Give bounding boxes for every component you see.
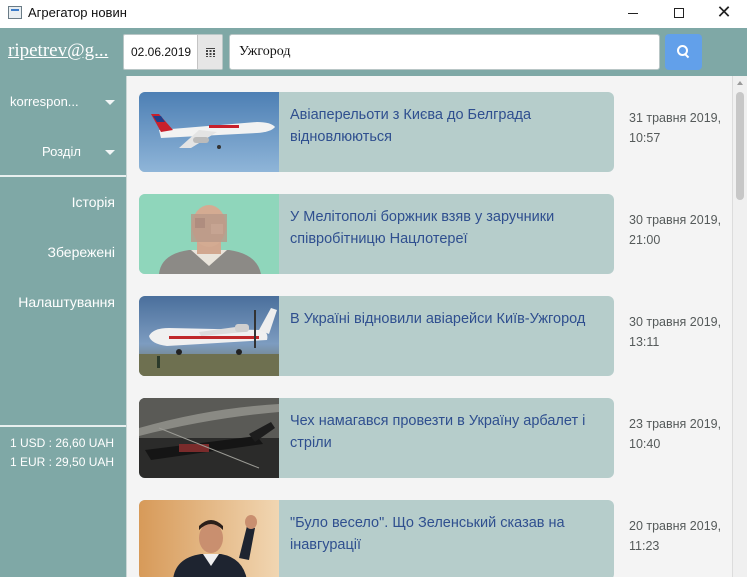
politician-photo [139, 500, 279, 577]
airplane-photo [139, 92, 279, 172]
turboprop-photo [139, 296, 279, 376]
crossbow-photo [139, 398, 279, 478]
news-card[interactable]: Авіаперельоти з Києва до Белграда віднов… [139, 92, 614, 172]
news-date: 30 травня 2019, 13:11 [629, 312, 729, 352]
date-picker-value[interactable]: 02.06.2019 [131, 45, 191, 59]
section-dropdown-label: Розділ [42, 144, 81, 159]
user-account-link[interactable]: ripetrev@g... [8, 40, 118, 62]
currency-usd: 1 USD : 26,60 UAH [10, 436, 115, 450]
search-input[interactable] [229, 34, 660, 70]
news-date-time: 13:11 [629, 335, 660, 349]
news-date: 31 травня 2019, 10:57 [629, 108, 729, 148]
currency-eur: 1 EUR : 29,50 UAH [10, 455, 115, 469]
section-dropdown[interactable]: Розділ [0, 137, 126, 167]
news-headline[interactable]: У Мелітополі боржник взяв у заручники сп… [290, 206, 608, 250]
chevron-down-icon [105, 150, 115, 155]
source-dropdown[interactable]: korrespon... [0, 87, 126, 117]
sidebar: korrespon... Розділ Історія Збережені На… [0, 76, 126, 577]
search-icon [676, 45, 691, 59]
date-picker-button[interactable] [197, 35, 222, 69]
source-dropdown-label: korrespon... [10, 94, 79, 109]
news-date-time: 10:57 [629, 131, 661, 145]
close-icon: ✕ [716, 2, 732, 23]
title-bar: Агрегатор новин ✕ [0, 0, 747, 26]
scroll-up-icon[interactable] [737, 81, 743, 85]
maximize-icon [674, 8, 684, 18]
news-card[interactable]: "Було весело". Що Зеленський сказав на і… [139, 500, 614, 577]
sidebar-divider [0, 425, 126, 427]
news-date-day: 20 травня 2019, [629, 519, 722, 533]
minimize-icon [628, 12, 638, 14]
news-date-day: 30 травня 2019, [629, 213, 722, 227]
minimize-button[interactable] [610, 0, 656, 26]
news-date-day: 23 травня 2019, [629, 417, 722, 431]
news-date-day: 31 травня 2019, [629, 111, 722, 125]
window-title: Агрегатор новин [28, 5, 127, 20]
search-button[interactable] [665, 34, 702, 70]
sidebar-item-history[interactable]: Історія [72, 194, 115, 210]
vertical-scrollbar[interactable] [732, 76, 747, 577]
news-date: 23 травня 2019, 10:40 [629, 414, 729, 454]
news-list: Авіаперельоти з Києва до Белграда віднов… [126, 76, 747, 577]
app-window-icon [8, 6, 22, 19]
news-headline[interactable]: В Україні відновили авіарейси Київ-Ужгор… [290, 308, 608, 330]
news-date-day: 30 травня 2019, [629, 315, 722, 329]
news-date: 30 травня 2019, 21:00 [629, 210, 729, 250]
news-date: 20 травня 2019, 11:23 [629, 516, 729, 556]
news-card[interactable]: В Україні відновили авіарейси Київ-Ужгор… [139, 296, 614, 376]
person-photo [139, 194, 279, 274]
maximize-button[interactable] [656, 0, 702, 26]
calendar-icon [205, 47, 215, 57]
sidebar-divider [0, 175, 126, 177]
news-headline[interactable]: Чех намагався провезти в Україну арбалет… [290, 410, 608, 454]
news-headline[interactable]: Авіаперельоти з Києва до Белграда віднов… [290, 104, 608, 148]
news-headline[interactable]: "Було весело". Що Зеленський сказав на і… [290, 512, 608, 556]
date-picker[interactable]: 02.06.2019 [123, 34, 223, 70]
top-toolbar: ripetrev@g... 02.06.2019 [0, 28, 747, 76]
close-button[interactable]: ✕ [701, 0, 747, 26]
news-date-time: 10:40 [629, 437, 661, 451]
news-date-time: 11:23 [629, 539, 660, 553]
chevron-down-icon [105, 100, 115, 105]
news-date-time: 21:00 [629, 233, 661, 247]
news-card[interactable]: У Мелітополі боржник взяв у заручники сп… [139, 194, 614, 274]
news-card[interactable]: Чех намагався провезти в Україну арбалет… [139, 398, 614, 478]
sidebar-item-saved[interactable]: Збережені [47, 244, 115, 260]
scrollbar-thumb[interactable] [736, 92, 744, 200]
sidebar-item-settings[interactable]: Налаштування [18, 294, 115, 310]
